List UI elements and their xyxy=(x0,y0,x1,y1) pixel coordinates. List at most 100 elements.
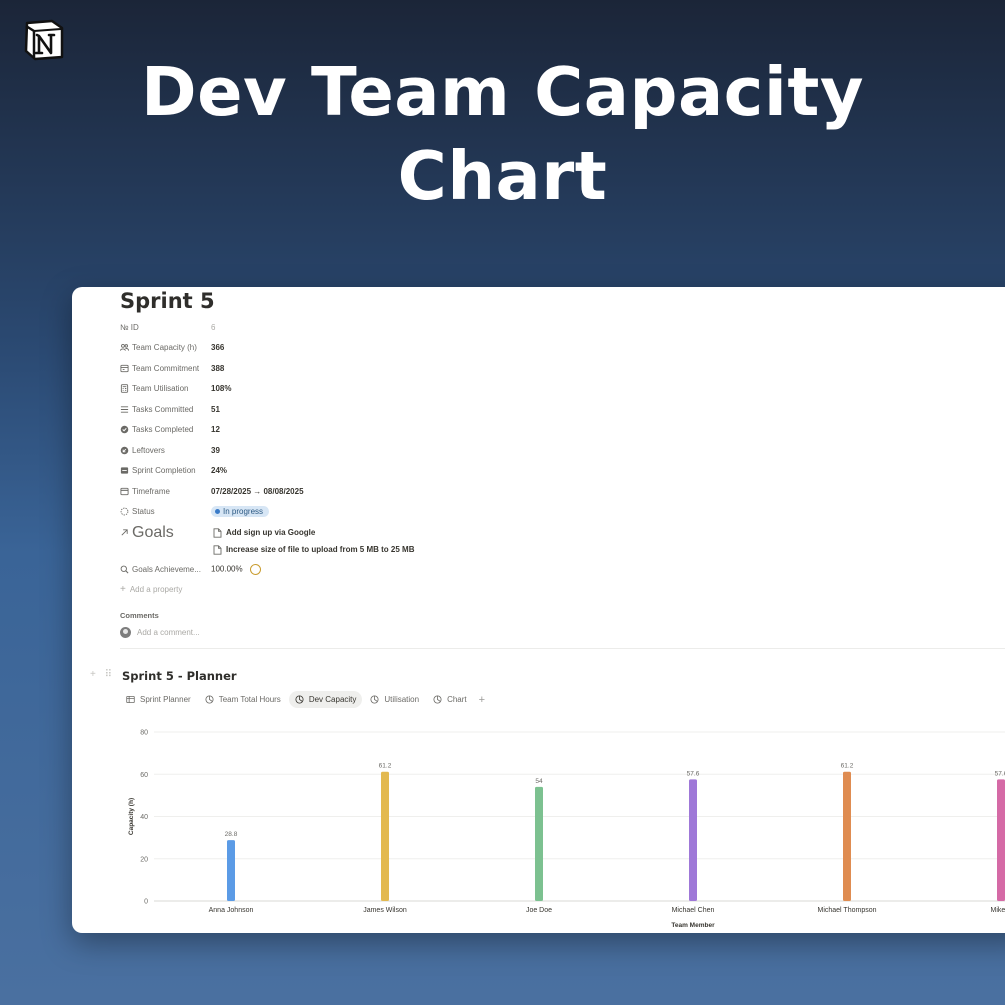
tab-utilisation[interactable]: Utilisation xyxy=(364,691,425,708)
y-tick-label: 40 xyxy=(140,814,148,821)
x-tick-label: Michael Thompson xyxy=(817,907,876,914)
property-name: Team Commitment xyxy=(132,363,200,373)
property-name: Sprint Completion xyxy=(132,466,196,476)
status-label: In progress xyxy=(223,507,264,517)
property-name: Tasks Committed xyxy=(132,404,194,414)
calculator-icon xyxy=(120,384,129,393)
table-icon xyxy=(126,695,135,704)
tab-dev-capacity[interactable]: Dev Capacity xyxy=(288,691,363,708)
chart-icon xyxy=(433,695,442,704)
property-value: 07/28/2025 → 08/08/2025 xyxy=(211,486,304,496)
property-value: 6 xyxy=(211,322,216,332)
comment-input[interactable]: Add a comment... xyxy=(120,627,200,638)
property-value: 51 xyxy=(211,404,220,414)
hero-title-line1: Dev Team Capacity xyxy=(140,53,865,131)
property-value: 12 xyxy=(211,425,220,435)
property-name: Status xyxy=(132,507,155,517)
data-label: 61.2 xyxy=(379,763,392,770)
goal-link[interactable]: Add sign up via Google xyxy=(211,524,414,541)
x-tick-label: Anna Johnson xyxy=(209,907,254,914)
y-axis-label: Capacity (h) xyxy=(128,798,135,835)
property-row-goals[interactable]: Goals Add sign up via Google Increase si… xyxy=(120,522,820,558)
property-value: 100.00% xyxy=(211,564,243,574)
capacity-bar-chart: 0 20 40 60 80 Capacity (h) 28.8 Anna Johnson 61.… xyxy=(128,730,1005,929)
property-row-id[interactable]: № ID 6 xyxy=(120,317,820,338)
property-row-status[interactable]: Status In progress xyxy=(120,502,820,523)
tab-label: Sprint Planner xyxy=(140,695,191,704)
chart-icon xyxy=(295,695,304,704)
notion-page-card: Sprint 5 № ID 6 Team Capacity (h) 366 Te… xyxy=(72,287,1005,933)
goal-link[interactable]: Increase size of file to upload from 5 M… xyxy=(211,541,414,558)
status-dot-icon xyxy=(215,509,220,515)
divider xyxy=(120,648,1005,649)
x-tick-label: Mike F xyxy=(991,907,1005,914)
property-value: 366 xyxy=(211,343,225,353)
add-view-button[interactable]: + xyxy=(475,694,489,706)
property-row-team-capacity[interactable]: Team Capacity (h) 366 xyxy=(120,338,820,359)
view-tabs: Sprint Planner Team Total Hours Dev Capa… xyxy=(120,691,489,708)
bar xyxy=(689,779,697,901)
property-value: 388 xyxy=(211,363,225,373)
comments-label: Comments xyxy=(120,611,159,620)
property-value: 108% xyxy=(211,384,232,394)
property-row-tasks-completed[interactable]: Tasks Completed 12 xyxy=(120,420,820,441)
page-icon xyxy=(213,544,222,555)
calendar-card-icon xyxy=(120,364,129,372)
y-tick-label: 60 xyxy=(140,772,148,779)
x-tick-label: Joe Doe xyxy=(526,907,552,914)
property-row-leftovers[interactable]: Leftovers 39 xyxy=(120,440,820,461)
chart-icon xyxy=(370,695,379,704)
planner-title: Sprint 5 - Planner xyxy=(122,669,237,683)
drag-handle-icon[interactable]: + ⠿ xyxy=(90,669,115,680)
y-tick-label: 0 xyxy=(144,899,148,906)
data-label: 57.6 xyxy=(687,770,700,777)
property-name: Tasks Completed xyxy=(132,425,194,435)
tab-chart[interactable]: Chart xyxy=(427,691,473,708)
search-icon xyxy=(120,565,129,574)
avatar xyxy=(120,627,131,638)
status-icon xyxy=(120,507,129,516)
property-name: Goals Achieveme... xyxy=(132,564,201,574)
chart-icon xyxy=(205,695,214,704)
property-row-team-commitment[interactable]: Team Commitment 388 xyxy=(120,358,820,379)
page-title: Sprint 5 xyxy=(120,289,215,313)
property-row-sprint-completion[interactable]: Sprint Completion 24% xyxy=(120,461,820,482)
bar xyxy=(843,771,851,901)
property-value: 39 xyxy=(211,445,220,455)
x-tick-label: James Wilson xyxy=(363,907,407,914)
plus-icon: + xyxy=(120,584,126,595)
property-row-goals-achievement[interactable]: Goals Achieveme... 100.00% xyxy=(120,559,820,580)
goal-title: Add sign up via Google xyxy=(226,528,316,537)
arrow-circle-icon xyxy=(120,446,129,455)
bar xyxy=(381,771,389,901)
status-badge[interactable]: In progress xyxy=(211,506,270,518)
data-label: 28.8 xyxy=(225,831,238,838)
hero-title-line2: Chart xyxy=(397,137,608,215)
property-value: 24% xyxy=(211,466,228,476)
goal-title: Increase size of file to upload from 5 M… xyxy=(226,545,415,554)
property-row-timeframe[interactable]: Timeframe 07/28/2025 → 08/08/2025 xyxy=(120,481,820,502)
bar xyxy=(997,779,1005,901)
progress-ring-icon xyxy=(249,563,261,575)
tab-label: Chart xyxy=(447,695,467,704)
data-label: 57.6 xyxy=(995,770,1005,777)
tab-label: Dev Capacity xyxy=(308,695,357,704)
property-name: Leftovers xyxy=(132,445,165,455)
tab-label: Utilisation xyxy=(384,695,420,704)
page-icon xyxy=(213,527,222,538)
property-row-team-utilisation[interactable]: Team Utilisation 108% xyxy=(120,379,820,400)
property-name: Team Utilisation xyxy=(132,384,189,394)
list-icon xyxy=(120,406,129,413)
tab-team-total-hours[interactable]: Team Total Hours xyxy=(199,691,287,708)
data-label: 61.2 xyxy=(841,763,854,770)
y-tick-label: 80 xyxy=(140,730,148,737)
people-icon xyxy=(120,344,129,352)
y-tick-label: 20 xyxy=(140,856,148,863)
bar xyxy=(227,840,235,901)
data-label: 54 xyxy=(535,778,543,785)
property-name: Team Capacity (h) xyxy=(132,343,197,353)
property-row-tasks-committed[interactable]: Tasks Committed 51 xyxy=(120,399,820,420)
comment-placeholder: Add a comment... xyxy=(137,628,200,637)
add-property-button[interactable]: + Add a property xyxy=(120,580,820,600)
tab-sprint-planner[interactable]: Sprint Planner xyxy=(120,691,197,708)
